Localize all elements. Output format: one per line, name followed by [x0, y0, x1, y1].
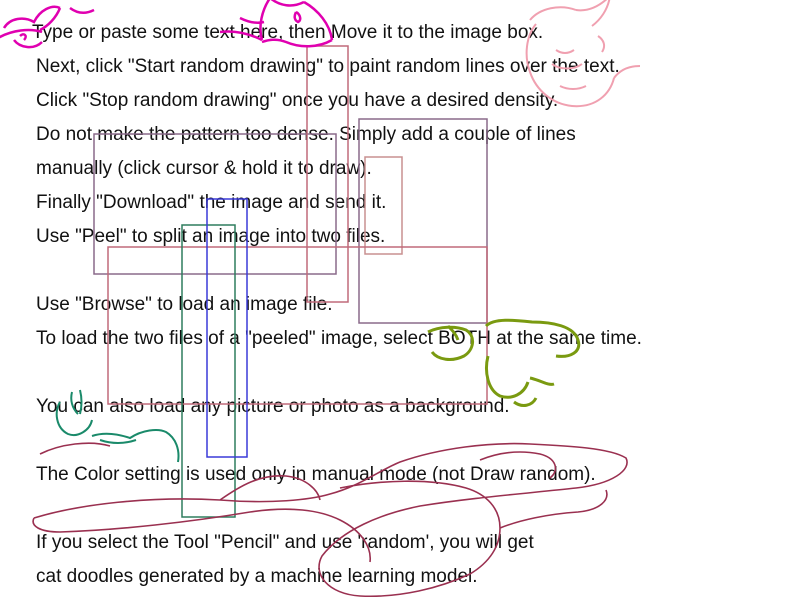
text-line: You can also load any picture or photo a… — [36, 396, 510, 417]
text-line: Use "Browse" to load an image file. — [36, 294, 333, 315]
text-line: manually (click cursor & hold it to draw… — [36, 158, 372, 179]
text-line: Next, click "Start random drawing" to pa… — [36, 56, 620, 77]
text-line: Click "Stop random drawing" once you hav… — [36, 90, 559, 111]
text-line: Finally "Download" the image and send it… — [36, 192, 387, 213]
text-line: Type or paste some text here, then Move … — [32, 22, 544, 43]
text-line: If you select the Tool "Pencil" and use … — [36, 532, 534, 553]
text-line: To load the two files of a "peeled" imag… — [36, 328, 642, 349]
drawing-canvas[interactable]: Type or paste some text here, then Move … — [0, 0, 800, 600]
text-line: The Color setting is used only in manual… — [36, 464, 596, 485]
text-line: Do not make the pattern too dense. Simpl… — [36, 124, 576, 145]
text-line: cat doodles generated by a machine learn… — [36, 566, 478, 587]
text-line: Use "Peel" to split an image into two fi… — [36, 226, 386, 247]
